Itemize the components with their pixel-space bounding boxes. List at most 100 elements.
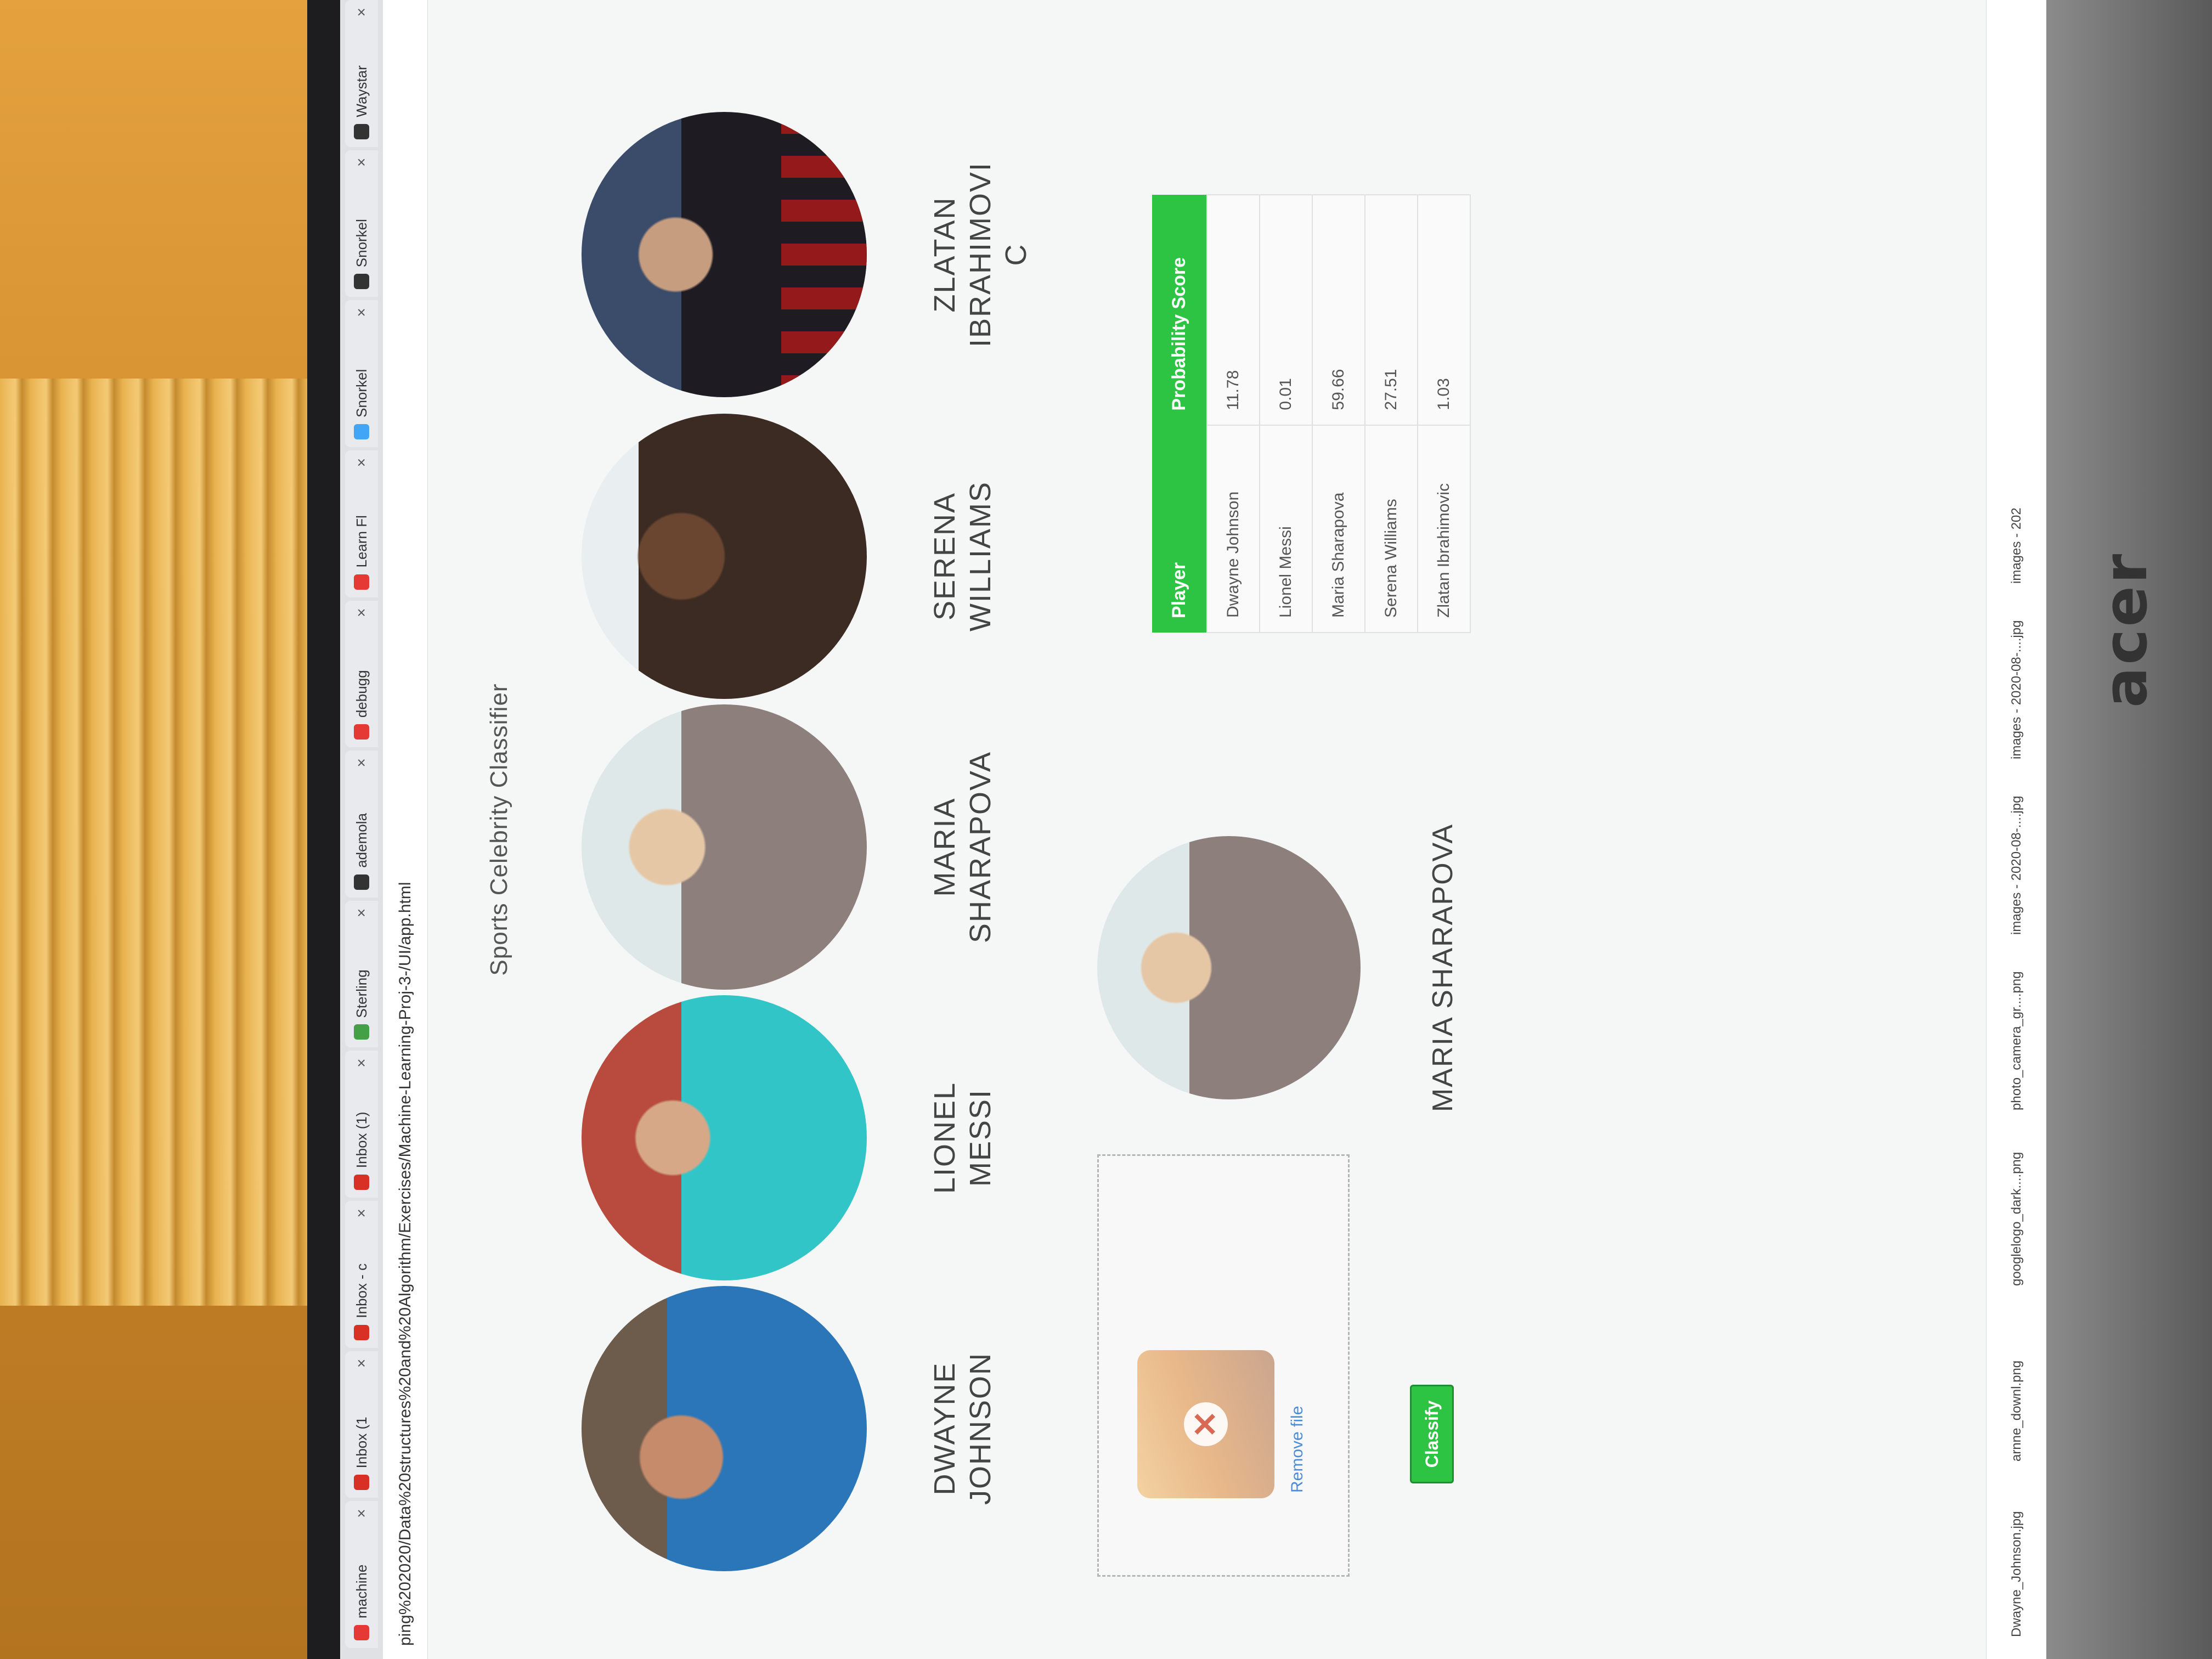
score-cell: 1.03 xyxy=(1418,195,1470,425)
tab-favicon-icon xyxy=(354,1625,369,1640)
window-blinds xyxy=(0,379,313,1306)
download-item[interactable]: Dwayne_Johnson.jpg xyxy=(2009,1472,2024,1638)
download-item[interactable]: images - 2020-08-....jpg xyxy=(2009,770,2024,935)
downloads-bar: Dwayne_Johnson.jpg arnne_downl.png googl… xyxy=(1986,0,2046,1659)
browser-tab[interactable]: debugg × xyxy=(345,600,378,748)
classification-result: MARIA SHARAPOVA xyxy=(1097,820,1459,1116)
name-line: JOHNSON xyxy=(963,1352,997,1505)
close-icon[interactable]: × xyxy=(353,758,370,767)
remove-file-link[interactable]: Remove file xyxy=(1288,1406,1307,1493)
table-row: Lionel Messi 0.01 xyxy=(1260,195,1312,633)
tab-label: ademola xyxy=(353,813,370,868)
browser-tab[interactable]: Snorkel × xyxy=(345,150,378,297)
download-item[interactable]: googlelogo_dark....png xyxy=(2009,1121,2024,1286)
browser-tab[interactable]: Snorkel × xyxy=(345,300,378,447)
page-title: Sports Celebrity Classifier xyxy=(486,683,512,976)
name-line: SERENA xyxy=(928,492,961,621)
tab-favicon-icon xyxy=(354,274,369,290)
github-icon xyxy=(354,874,369,890)
table-header-row: Player Probability Score xyxy=(1152,195,1207,633)
tab-label: Snorkel xyxy=(353,219,370,268)
close-icon[interactable]: × xyxy=(353,1058,370,1067)
name-line: MESSI xyxy=(963,1088,997,1187)
tab-favicon-icon xyxy=(354,1024,369,1040)
name-line: C xyxy=(999,243,1032,266)
table-row: Zlatan Ibrahimovic 1.03 xyxy=(1418,195,1470,633)
score-cell: 11.78 xyxy=(1207,195,1260,425)
close-icon[interactable]: × xyxy=(353,1509,370,1517)
tab-label: Sterling xyxy=(353,969,370,1018)
browser-screen: machine × Inbox (1 × Inbox - c × Inbox (1) ×… xyxy=(340,0,2046,1659)
table-row: Maria Sharapova 59.66 xyxy=(1312,195,1365,633)
browser-tab[interactable]: Inbox - c × xyxy=(345,1201,378,1348)
tab-label: Inbox (1) xyxy=(353,1111,370,1169)
tab-bar: machine × Inbox (1 × Inbox - c × Inbox (1) ×… xyxy=(340,0,383,1659)
browser-tab[interactable]: Learn Fl × xyxy=(345,450,378,597)
gmail-icon xyxy=(354,1175,369,1190)
avatar xyxy=(582,995,867,1280)
name-line: WILLIAMS xyxy=(963,481,997,632)
column-header-score: Probability Score xyxy=(1152,195,1207,425)
close-icon[interactable]: × xyxy=(353,1209,370,1217)
close-icon[interactable]: × xyxy=(353,458,370,467)
close-icon[interactable]: × xyxy=(353,308,370,317)
tab-label: debugg xyxy=(353,670,370,718)
download-item[interactable]: arnne_downl.png xyxy=(2009,1297,2024,1462)
table-row: Dwayne Johnson 11.78 xyxy=(1207,195,1260,633)
download-item[interactable]: images - 2020-08-....jpg xyxy=(2009,595,2024,759)
browser-tab[interactable]: Waystar × xyxy=(345,0,378,147)
celebrity-name: ZLATAN IBRAHIMOVI C xyxy=(927,106,1034,403)
browser-tab[interactable]: Inbox (1 × xyxy=(345,1351,378,1498)
score-cell: 27.51 xyxy=(1365,195,1418,425)
close-icon[interactable]: ✕ xyxy=(1184,1402,1228,1446)
table-row: Serena Williams 27.51 xyxy=(1365,195,1418,633)
name-line: MARIA xyxy=(928,797,961,897)
tab-label: machine xyxy=(353,1564,370,1618)
download-item[interactable]: photo_camera_gr....png xyxy=(2009,946,2024,1110)
player-cell: Zlatan Ibrahimovic xyxy=(1418,425,1470,633)
browser-tab[interactable]: Inbox (1) × xyxy=(345,1051,378,1198)
celebrity-gallery: DWAYNE JOHNSON LIONEL MESSI MARIA SHARAP… xyxy=(582,0,1075,1659)
avatar xyxy=(582,704,867,990)
player-cell: Maria Sharapova xyxy=(1312,425,1365,633)
gmail-icon xyxy=(354,1324,369,1340)
browser-tab[interactable]: Sterling × xyxy=(345,900,378,1048)
youtube-icon xyxy=(354,724,369,740)
gmail-icon xyxy=(354,1475,369,1491)
close-icon[interactable]: × xyxy=(353,8,370,16)
classify-button[interactable]: Classify xyxy=(1410,1385,1454,1483)
name-line: IBRAHIMOVI xyxy=(963,161,997,348)
celebrity-name: SERENA WILLIAMS xyxy=(927,408,998,704)
probability-table: Player Probability Score Dwayne Johnson … xyxy=(1152,194,1471,633)
celebrity-name: MARIA SHARAPOVA xyxy=(927,699,998,995)
avatar xyxy=(582,1286,867,1571)
close-icon[interactable]: × xyxy=(353,909,370,917)
browser-tab[interactable]: ademola × xyxy=(345,751,378,898)
avatar xyxy=(582,414,867,699)
tab-favicon-icon xyxy=(354,424,369,439)
file-dropzone[interactable]: ✕ Remove file xyxy=(1097,1154,1350,1577)
celebrity-card-dwayne-johnson: DWAYNE JOHNSON xyxy=(582,1280,998,1577)
player-cell: Dwayne Johnson xyxy=(1207,425,1260,633)
column-header-player: Player xyxy=(1152,425,1207,633)
address-url: ping%202020/Data%20structures%20and%20Al… xyxy=(396,882,414,1646)
name-line: DWAYNE xyxy=(928,1362,961,1496)
celebrity-card-serena-williams: SERENA WILLIAMS xyxy=(582,408,998,704)
celebrity-card-lionel-messi: LIONEL MESSI xyxy=(582,990,998,1286)
close-icon[interactable]: × xyxy=(353,1359,370,1368)
name-line: LIONEL xyxy=(928,1081,961,1194)
celebrity-card-maria-sharapova: MARIA SHARAPOVA xyxy=(582,699,998,995)
close-icon[interactable]: × xyxy=(353,158,370,167)
jersey-stripes xyxy=(781,112,867,397)
tab-label: Learn Fl xyxy=(353,515,370,568)
avatar xyxy=(582,112,867,397)
close-icon[interactable]: × xyxy=(353,608,370,617)
address-bar[interactable]: ping%202020/Data%20structures%20and%20Al… xyxy=(383,0,428,1659)
download-item[interactable]: images - 202 xyxy=(2009,419,2024,584)
tab-label: Waystar xyxy=(353,65,370,117)
result-avatar xyxy=(1097,836,1361,1099)
score-cell: 59.66 xyxy=(1312,195,1365,425)
tab-label: Snorkel xyxy=(353,369,370,417)
score-cell: 0.01 xyxy=(1260,195,1312,425)
browser-tab[interactable]: machine × xyxy=(345,1501,378,1648)
